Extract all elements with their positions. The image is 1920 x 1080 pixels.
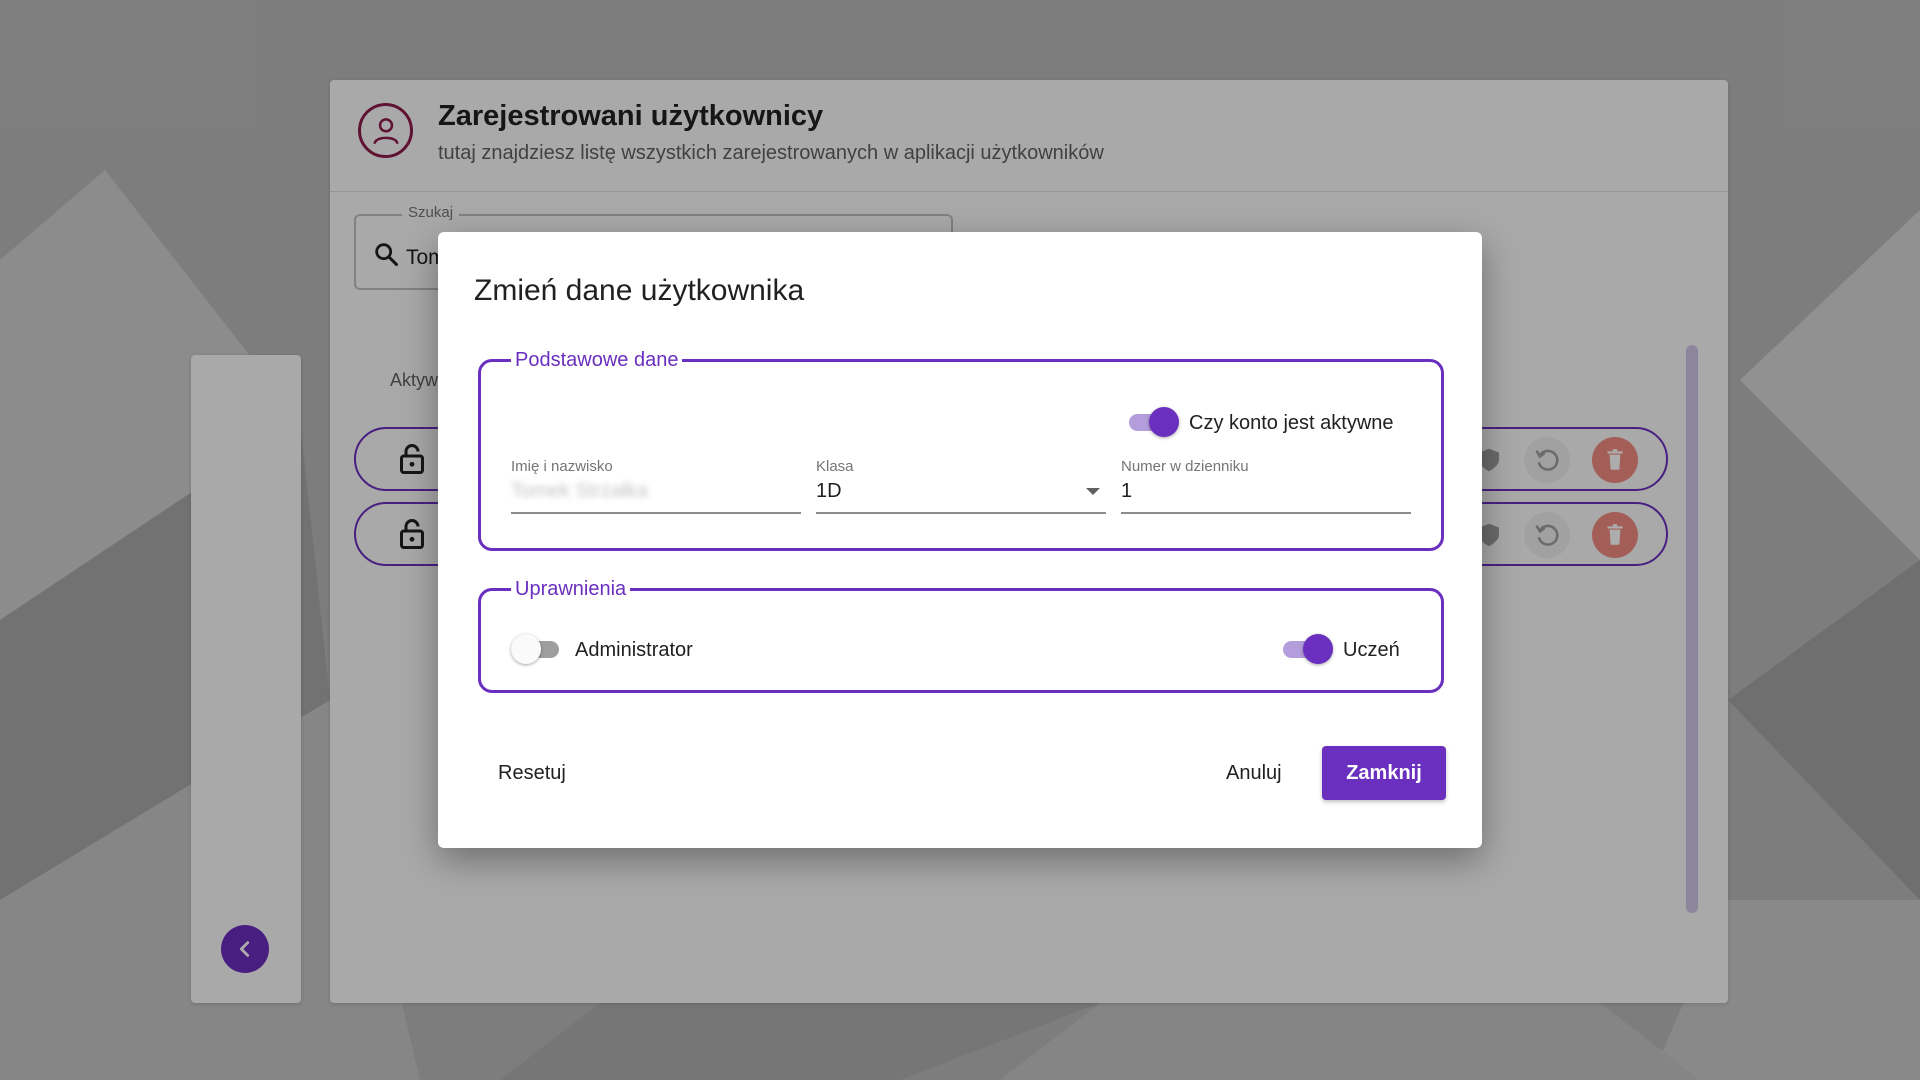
dialog-title: Zmień dane użytkownika [474,274,805,307]
cancel-button[interactable]: Anuluj [1206,752,1302,795]
full-name-label: Imię i nazwisko [511,458,613,475]
diary-number-field[interactable]: Numer w dzienniku 1 [1121,458,1411,514]
permissions-group: Uprawnienia Administrator Uczeń [478,578,1444,693]
administrator-toggle[interactable] [511,633,565,665]
diary-number-label: Numer w dzienniku [1121,458,1249,475]
close-button[interactable]: Zamknij [1322,746,1446,800]
student-label: Uczeń [1343,639,1400,661]
permissions-legend: Uprawnienia [515,578,627,600]
student-toggle[interactable] [1279,633,1333,665]
diary-number-input[interactable]: 1 [1121,480,1132,503]
edit-user-dialog: Zmień dane użytkownika Podstawowe dane C… [438,232,1482,848]
caret-down-icon[interactable] [1086,488,1100,495]
basic-data-legend: Podstawowe dane [515,349,679,371]
toggle-thumb [1303,634,1333,664]
reset-button[interactable]: Resetuj [478,752,586,795]
class-label: Klasa [816,458,854,475]
class-value[interactable]: 1D [816,480,842,503]
basic-data-group: Podstawowe dane Czy konto jest aktywne I… [478,349,1444,551]
full-name-input[interactable]: Tomek Strzałka [511,480,648,503]
toggle-thumb [1149,407,1179,437]
class-select[interactable]: Klasa 1D [816,458,1106,514]
full-name-field[interactable]: Imię i nazwisko Tomek Strzałka [511,458,801,514]
account-active-label: Czy konto jest aktywne [1189,412,1394,434]
administrator-label: Administrator [575,639,693,661]
toggle-thumb [511,634,541,664]
account-active-toggle[interactable] [1125,406,1179,438]
